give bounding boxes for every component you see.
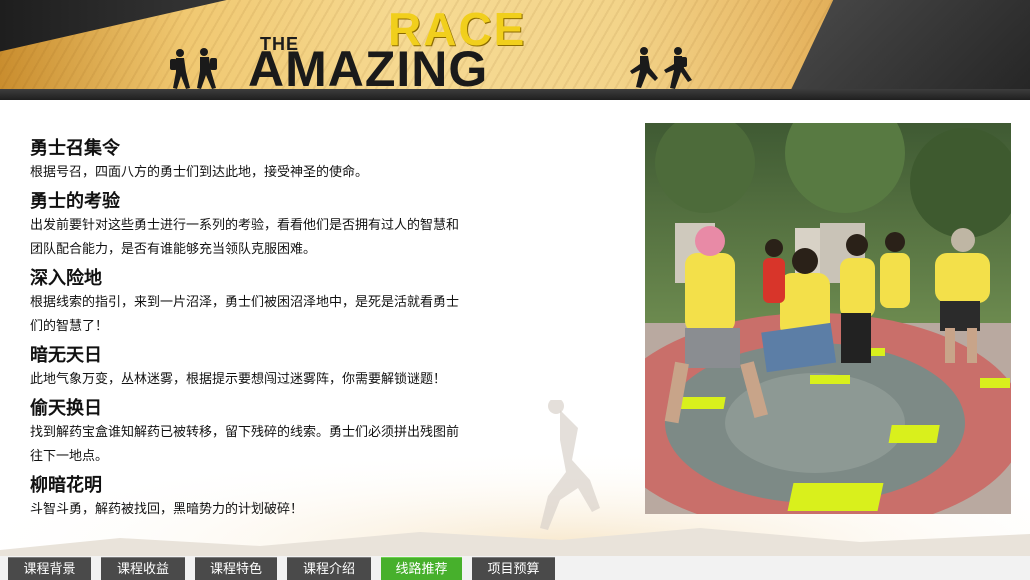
section-text: 出发前要针对这些勇士进行一系列的考验，看看他们是否拥有过人的智慧和 团队配合能力，… <box>30 218 460 257</box>
section-warrior-call: 勇士召集令 根据号召，四面八方的勇士们到达此地，接受神圣的使命。 <box>30 136 620 185</box>
activity-photo <box>645 123 1011 514</box>
amazing-race-logo: THE RACE AMAZING <box>248 6 618 97</box>
tab-course-features[interactable]: 课程特色 <box>195 557 277 580</box>
section-title: 柳暗花明 <box>30 475 102 496</box>
content-column: 勇士召集令 根据号召，四面八方的勇士们到达此地，接受神圣的使命。 勇士的考验 出… <box>30 136 620 526</box>
tab-course-background[interactable]: 课程背景 <box>8 557 91 580</box>
team-game-photo-illustration <box>645 123 1011 514</box>
section-title: 勇士的考验 <box>30 191 120 212</box>
tab-course-benefits[interactable]: 课程收益 <box>101 557 185 580</box>
section-danger-zone: 深入险地 根据线索的指引，来到一片沼泽，勇士们被困沼泽地中，是死是活就看勇士 们的… <box>30 266 620 339</box>
section-text: 斗智斗勇，解药被找回，黑暗势力的计划破碎！ <box>30 502 304 517</box>
section-switch: 偷天换日 找到解药宝盒谁知解药已被转移，留下残碎的线索。勇士们必须拼出残图前 往下… <box>30 396 620 469</box>
section-turnaround: 柳暗花明 斗智斗勇，解药被找回，黑暗势力的计划破碎！ <box>30 473 620 522</box>
logo-amazing-text: AMAZING <box>248 41 489 97</box>
section-text: 此地气象万变，丛林迷雾，根据提示要想闯过迷雾阵，你需要解锁谜题！ <box>30 372 447 387</box>
hiker-silhouette-icon <box>170 48 217 89</box>
header-banner: THE RACE AMAZING <box>0 0 1030 100</box>
section-title: 暗无天日 <box>30 345 102 366</box>
runner-silhouette-icon <box>630 47 692 89</box>
tab-course-intro[interactable]: 课程介绍 <box>287 557 371 580</box>
tab-project-budget[interactable]: 项目预算 <box>472 557 555 580</box>
tab-route-recommendation[interactable]: 线路推荐 <box>381 557 462 580</box>
section-darkness: 暗无天日 此地气象万变，丛林迷雾，根据提示要想闯过迷雾阵，你需要解锁谜题！ <box>30 343 620 392</box>
section-warrior-trial: 勇士的考验 出发前要针对这些勇士进行一系列的考验，看看他们是否拥有过人的智慧和团… <box>30 189 620 262</box>
section-title: 偷天换日 <box>30 398 102 419</box>
section-text: 找到解药宝盒谁知解药已被转移，留下残碎的线索。勇士们必须拼出残图前 往下一地点。 <box>30 425 460 464</box>
section-text: 根据线索的指引，来到一片沼泽，勇士们被困沼泽地中，是死是活就看勇士 们的智慧了！ <box>30 295 460 334</box>
section-text: 根据号召，四面八方的勇士们到达此地，接受神圣的使命。 <box>30 165 369 180</box>
section-title: 勇士召集令 <box>30 138 120 159</box>
section-title: 深入险地 <box>30 268 102 289</box>
